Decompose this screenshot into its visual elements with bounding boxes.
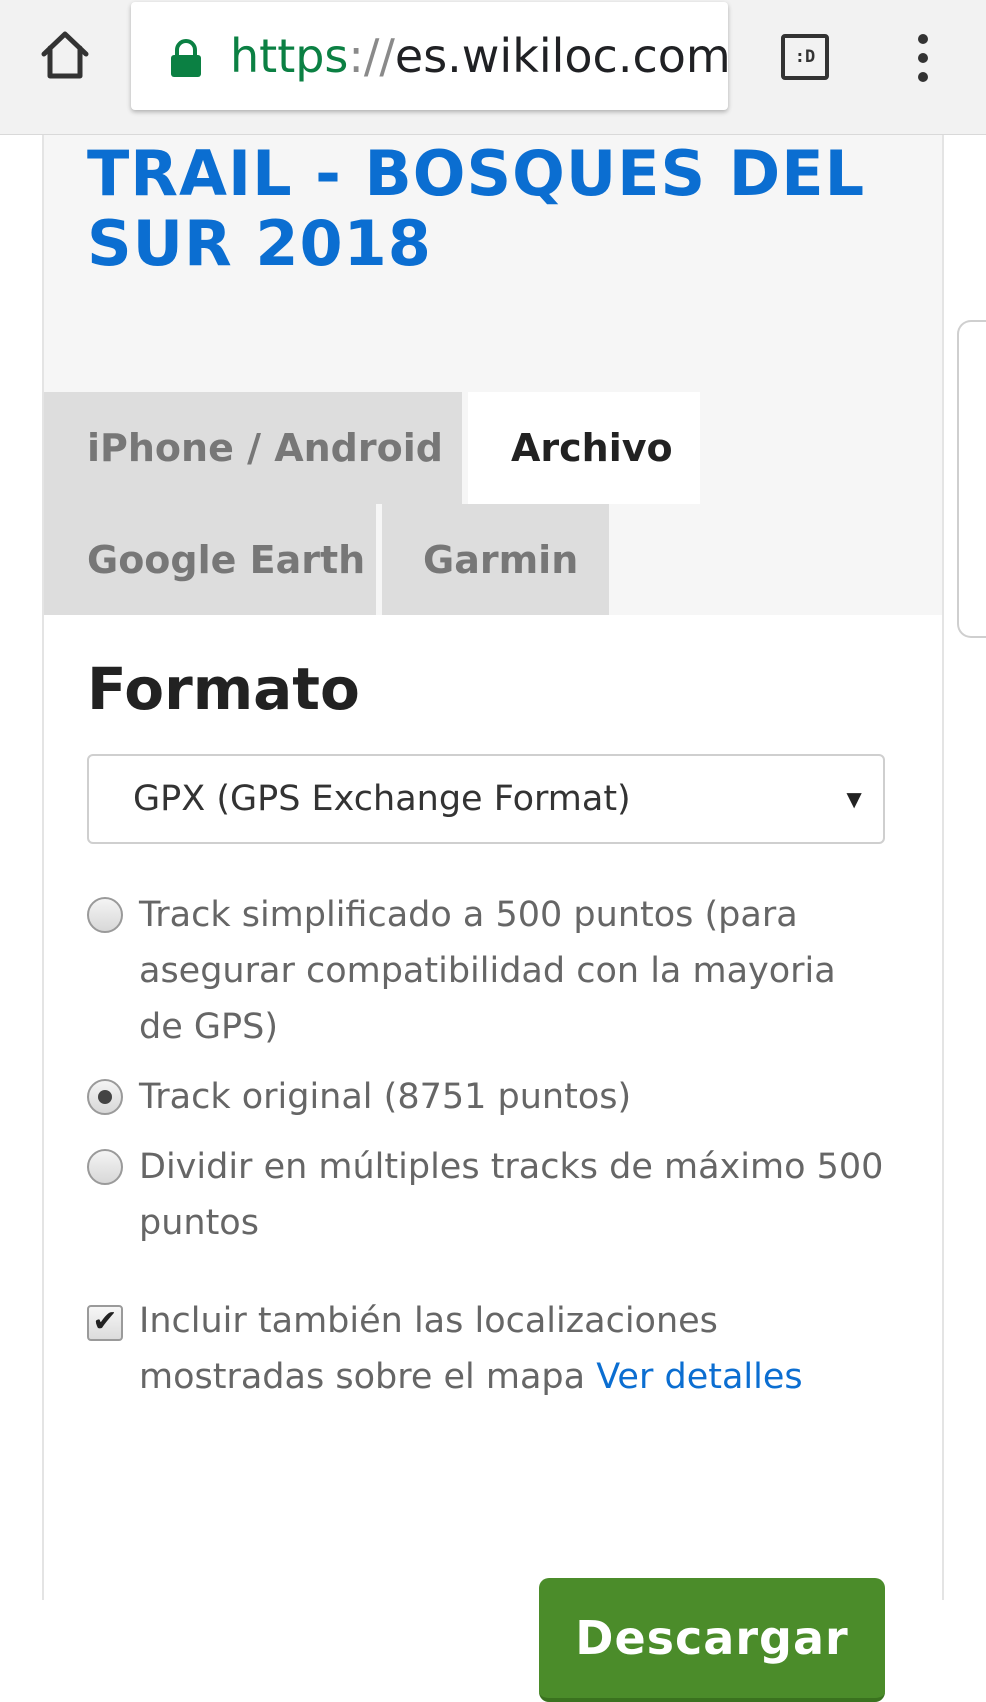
page-title: TRAIL - BOSQUES DEL SUR 2018 [87, 137, 866, 280]
option-split[interactable]: Dividir en múltiples tracks de máximo 50… [87, 1139, 887, 1251]
checkbox[interactable]: ✔ [87, 1305, 123, 1341]
include-locations-option[interactable]: ✔ Incluir también las localizaciones mos… [87, 1293, 887, 1405]
radio-button[interactable] [87, 1079, 123, 1115]
option-label: Dividir en múltiples tracks de máximo 50… [139, 1147, 884, 1243]
details-link[interactable]: Ver detalles [596, 1357, 802, 1397]
download-card: TRAIL - BOSQUES DEL SUR 2018 iPhone / An… [42, 134, 944, 1702]
home-icon[interactable] [36, 26, 94, 84]
address-bar[interactable]: https://es.wikiloc.com [131, 2, 728, 110]
option-label: Track original (8751 puntos) [139, 1077, 632, 1117]
include-locations-label: Incluir también las localizaciones mostr… [139, 1301, 803, 1397]
tab-switcher-icon[interactable]: :D [781, 34, 829, 80]
option-label: Track simplificado a 500 puntos (para as… [139, 895, 836, 1047]
format-select[interactable]: GPX (GPS Exchange Format) ▼ [87, 754, 885, 844]
scroll-edge-handle [957, 320, 986, 638]
tab-garmin[interactable]: Garmin [382, 504, 609, 615]
lock-icon [169, 38, 203, 78]
radio-button[interactable] [87, 1149, 123, 1185]
format-select-value: GPX (GPS Exchange Format) [133, 779, 631, 819]
card-header: TRAIL - BOSQUES DEL SUR 2018 iPhone / An… [44, 134, 942, 615]
option-original[interactable]: Track original (8751 puntos) [87, 1069, 887, 1125]
option-simplified[interactable]: Track simplificado a 500 puntos (para as… [87, 887, 887, 1055]
tab-iphone-android[interactable]: iPhone / Android [44, 392, 462, 504]
tab-content: Formato GPX (GPS Exchange Format) ▼ Trac… [44, 615, 942, 1702]
tab-google-earth[interactable]: Google Earth [44, 504, 376, 615]
browser-toolbar: https://es.wikiloc.com :D [0, 0, 986, 135]
section-heading: Formato [87, 655, 360, 723]
overflow-menu-icon[interactable] [912, 34, 934, 82]
download-button[interactable]: Descargar [539, 1578, 885, 1702]
url-text: https://es.wikiloc.com [230, 29, 728, 83]
chevron-down-icon: ▼ [841, 784, 867, 814]
tab-archivo[interactable]: Archivo [468, 392, 700, 504]
radio-button[interactable] [87, 897, 123, 933]
